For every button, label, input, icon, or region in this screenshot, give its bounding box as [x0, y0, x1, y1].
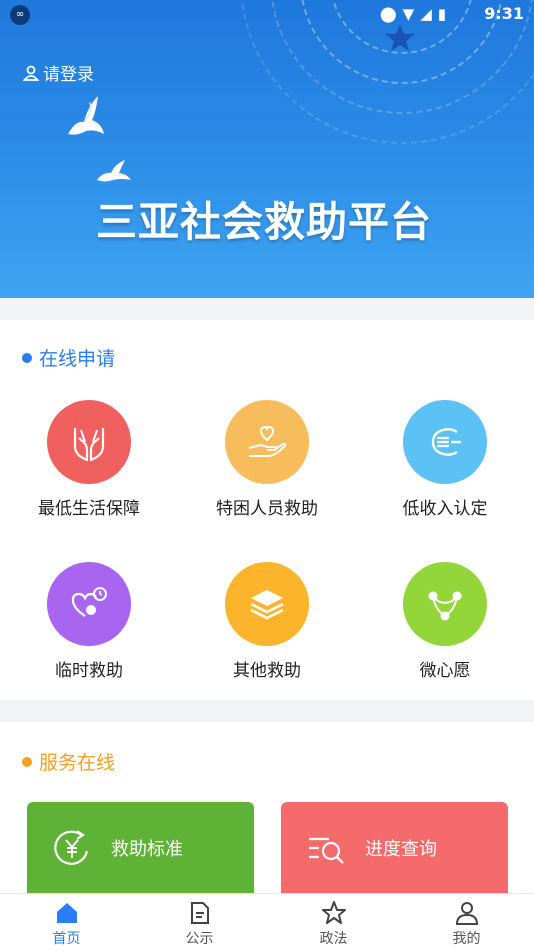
person-icon — [400, 900, 533, 926]
infinity-badge-icon: ∞ — [10, 5, 30, 25]
coins-icon — [403, 400, 487, 484]
tab-mine[interactable]: 我的 — [400, 894, 533, 951]
document-icon — [133, 900, 266, 926]
tab-announcements[interactable]: 公示 — [133, 894, 266, 951]
apply-item-micro-wish[interactable]: 微心愿 — [356, 562, 534, 681]
status-bar: ∞ ⬤▼◢▮ 9:31 — [0, 0, 534, 28]
apply-item-label: 低收入认定 — [402, 499, 488, 519]
yuan-refresh-icon — [51, 827, 93, 869]
service-button-label: 救助标准 — [111, 839, 183, 860]
service-button-label: 进度查询 — [365, 839, 437, 860]
service-button-relief-standard[interactable]: 救助标准 — [27, 802, 254, 894]
tab-law[interactable]: 政法 — [267, 894, 400, 951]
apply-item-label: 临时救助 — [55, 661, 123, 681]
heart-hand-icon — [225, 400, 309, 484]
apply-item-other[interactable]: 其他救助 — [178, 562, 356, 681]
section-title-text: 在线申请 — [39, 348, 116, 370]
wifi-icon: ▼ — [402, 5, 421, 23]
signal-icon: ◢ — [420, 5, 438, 23]
dove-icon — [68, 96, 104, 135]
apply-item-label: 特困人员救助 — [216, 499, 318, 519]
user-icon — [22, 65, 40, 81]
status-time: 9:31 — [484, 4, 524, 23]
tab-label: 首页 — [52, 931, 81, 947]
section-title-text: 服务在线 — [39, 752, 116, 774]
layers-icon — [225, 562, 309, 646]
home-icon — [0, 900, 133, 926]
heart-clock-icon — [47, 562, 131, 646]
section-dot — [22, 756, 32, 767]
section-title-service-online: 服务在线 — [22, 748, 115, 775]
tab-label: 公示 — [185, 931, 214, 947]
login-text: 请登录 — [43, 65, 94, 85]
apply-item-label: 其他救助 — [233, 661, 301, 681]
section-dot — [22, 352, 32, 363]
location-icon: ⬤ — [379, 5, 403, 23]
apply-item-minimum-living[interactable]: 最低生活保障 — [0, 400, 178, 519]
tab-label: 政法 — [319, 931, 348, 947]
hands-icon — [47, 400, 131, 484]
star-icon — [267, 900, 400, 926]
apply-item-temporary[interactable]: 临时救助 — [0, 562, 178, 681]
share-nodes-icon — [403, 562, 487, 646]
apply-item-label: 最低生活保障 — [38, 499, 140, 519]
battery-icon: ▮ — [437, 5, 452, 23]
bottom-tab-bar: 首页 公示 政法 我的 — [0, 893, 534, 951]
service-button-progress-query[interactable]: 进度查询 — [281, 802, 508, 894]
status-icons: ⬤▼◢▮ — [380, 5, 452, 23]
list-search-icon — [305, 827, 347, 869]
section-title-online-apply: 在线申请 — [22, 344, 115, 371]
tab-label: 我的 — [452, 931, 481, 947]
apply-item-destitute[interactable]: 特困人员救助 — [178, 400, 356, 519]
online-apply-section: 在线申请 最低生活保障 特困人员救助 低收入认定 临时救助 其他救助 微心愿 — [0, 320, 534, 700]
tab-home[interactable]: 首页 — [0, 894, 133, 951]
login-link[interactable]: 请登录 — [22, 60, 94, 85]
apply-item-label: 微心愿 — [419, 661, 471, 681]
app-title: 三亚社会救助平台 — [96, 198, 432, 246]
dove-icon — [97, 160, 131, 182]
apply-item-low-income[interactable]: 低收入认定 — [356, 400, 534, 519]
header-banner: ∞ ⬤▼◢▮ 9:31 请登录 三亚社会救助平台 — [0, 0, 534, 298]
